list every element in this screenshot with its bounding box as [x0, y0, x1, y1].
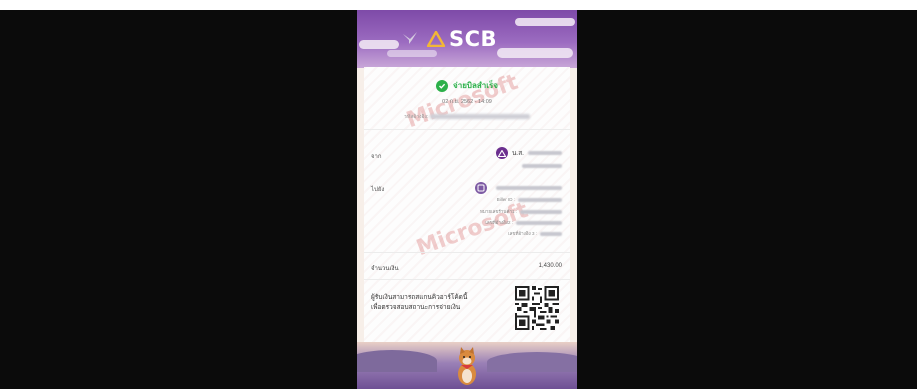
check-icon [436, 79, 449, 92]
cloud [387, 50, 437, 57]
biller-name [496, 186, 562, 190]
from-label: จาก [371, 154, 382, 160]
viewer-top-bar [0, 0, 917, 10]
scb-logo-icon [427, 31, 445, 47]
ref2-row: เลขที่อ้างอิง2 : [485, 219, 562, 226]
ref3-label: เลขที่อ้างอิง 3 : [508, 231, 537, 236]
divider [364, 252, 570, 253]
cloud [515, 18, 575, 26]
amount-value: 1,430.00 [538, 263, 562, 269]
from-name: น.ส. [511, 150, 524, 157]
account-number-redacted [522, 164, 562, 168]
status-text: จ่ายบิลสำเร็จ [453, 81, 498, 90]
ref1-redacted [520, 209, 562, 214]
reference-label: รหัสอ้างอิง: [404, 114, 429, 120]
slip-header: SCB [357, 10, 577, 68]
biller-id-redacted [518, 197, 562, 202]
hill [487, 352, 577, 372]
hill [357, 350, 437, 372]
biller-icon [475, 182, 487, 194]
divider [364, 129, 570, 130]
payment-slip: SCB Microsoft Microsoft จ่ายบิลสำเร็จ 02… [357, 10, 577, 389]
ref3-row: เลขที่อ้างอิง 3 : [508, 230, 562, 237]
reference-line: รหัสอ้างอิง: [364, 113, 570, 121]
cloud [497, 48, 573, 58]
shiba-dog-icon [458, 347, 476, 385]
biller-id-label: Biller ID : [496, 197, 515, 202]
transaction-datetime: 02 ก.ย. 2562 - 14:09 [442, 99, 492, 105]
cloud [359, 40, 399, 49]
qr-instruction: ผู้รับเงินสามารถสแกนคิวอาร์โค้ดนี้เพื่อต… [371, 294, 468, 311]
from-account-number [522, 164, 562, 168]
brand-name: SCB [449, 27, 498, 51]
amount-label: จำนวนเงิน [371, 266, 399, 272]
scb-logo: SCB [427, 27, 497, 51]
lavender-field-illustration [357, 342, 577, 389]
reference-value-redacted [429, 114, 530, 120]
crane-bird-icon [403, 32, 417, 44]
status-block: จ่ายบิลสำเร็จ 02 ก.ย. 2562 - 14:09 รหัสอ… [364, 79, 570, 121]
qr-code [515, 286, 559, 330]
slip-card: Microsoft Microsoft จ่ายบิลสำเร็จ 02 ก.ย… [364, 67, 570, 357]
divider [364, 279, 570, 280]
ref1-label: หมายเลขร้านค้า1 : [479, 209, 517, 214]
biller-id-row: Biller ID : [497, 197, 562, 202]
scb-bank-icon [495, 147, 508, 159]
from-name-redacted [528, 151, 562, 155]
to-label: ไปยัง [371, 187, 385, 193]
biller-name-redacted [496, 186, 562, 190]
ref2-label: เลขที่อ้างอิง2 : [485, 220, 513, 225]
ref1-row: หมายเลขร้านค้า1 : [480, 208, 562, 215]
from-account: น.ส. [495, 147, 562, 159]
ref3-redacted [540, 231, 562, 236]
ref2-redacted [516, 220, 562, 225]
